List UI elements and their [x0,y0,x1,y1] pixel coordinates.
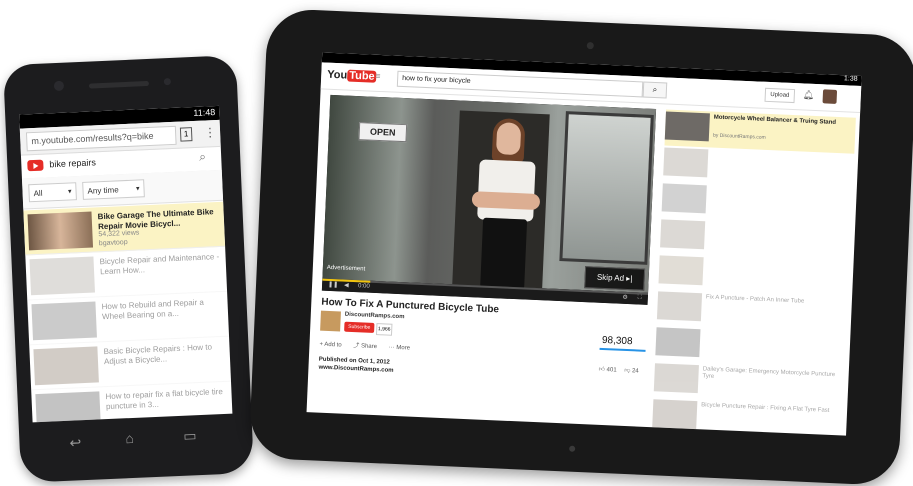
phone-sensor [163,77,172,86]
subscribe-button[interactable]: Subscribe [344,321,375,333]
home-icon[interactable]: ⌂ [125,430,134,446]
phone-camera [53,80,65,92]
like-count: 401 [606,367,617,374]
tab-count-badge[interactable]: 1 [179,127,193,142]
filter-time-value: Any time [87,185,119,196]
like-button[interactable]: 👍︎ 401 [599,367,617,374]
tablet-device: 1:38 YouTube ≡ how to fix your bicycle ⌕… [248,8,913,486]
video-person-head [495,122,522,156]
recents-icon[interactable]: ▭ [183,427,197,445]
video-channel: bgavtoop [98,239,128,248]
related-thumbnail [661,183,707,214]
filter-type-value: All [33,188,43,199]
guide-menu-icon[interactable]: ≡ [375,71,381,81]
related-thumbnail [663,147,709,178]
bell-icon[interactable]: 🔔︎ [803,89,815,100]
description-website[interactable]: www.DiscountRamps.com [318,365,393,374]
phone-device: 11:48 m.youtube.com/results?q=bike 1 ⋮ b… [2,55,255,483]
pause-icon[interactable]: ❚❚ [328,281,338,288]
video-title: Bike Garage The Ultimate Bike Repair Mov… [97,207,214,232]
add-to-label: Add to [324,341,342,349]
related-thumbnail [660,219,706,250]
view-count: 98,308 [601,334,633,348]
related-title: Fix A Puncture - Patch An Inner Tube [705,294,805,305]
dislike-button[interactable]: 👎︎ 24 [624,368,639,375]
related-thumbnail [652,399,698,430]
tablet-status-time: 1:38 [843,75,858,83]
phone-screen: 11:48 m.youtube.com/results?q=bike 1 ⋮ b… [19,105,233,423]
related-title: Dailey's Garage: Emergency Motorcycle Pu… [702,366,836,380]
avatar[interactable] [822,89,838,104]
related-title: Bicycle Puncture Repair : Fixing A Flat … [701,402,830,414]
subscriber-count: 1,966 [375,323,393,336]
phone-url-input[interactable]: m.youtube.com/results?q=bike [25,125,177,152]
more-button[interactable]: ··· More [389,345,411,352]
search-icon: ⌕ [652,84,658,95]
more-label: More [396,344,411,352]
video-thumbnail [35,391,101,423]
related-thumbnail [656,291,703,322]
logo-you: You [327,68,348,82]
video-person-top [477,159,536,222]
search-input[interactable]: how to fix your bicycle [396,70,644,98]
related-videos: Motorcycle Wheel Balancer & Truing Stand… [652,109,856,435]
related-thumbnail [653,363,699,394]
upload-button[interactable]: Upload [764,87,796,104]
fullscreen-icon[interactable]: ⛶ [637,294,642,301]
tablet-camera [586,41,594,50]
filter-time-select[interactable]: Any time ▾ [82,179,145,200]
back-icon[interactable]: ↩ [69,434,81,451]
share-label: Share [360,343,378,351]
video-thumbnail [27,211,94,251]
settings-icon[interactable]: ⚙ [622,294,628,301]
phone-speaker [88,80,150,89]
related-thumbnail [664,111,710,142]
tablet-screen: 1:38 YouTube ≡ how to fix your bicycle ⌕… [306,52,862,436]
video-title: How to Rebuild and Repair a Wheel Bearin… [101,297,204,322]
video-person-legs [480,217,528,290]
video-frame-window [559,111,654,265]
phone-nav-bar: ↩ ⌂ ▭ [33,424,234,463]
channel-name[interactable]: DiscountRamps.com [345,312,405,321]
video-title: How to repair fix a flat bicycle tire pu… [105,387,224,412]
tablet-sensor [569,445,576,452]
video-thumbnail [29,256,95,296]
player-time: 0:00 [357,283,370,290]
skip-ad-button[interactable]: Skip Ad ▸| [584,266,646,291]
video-thumbnail [31,301,97,341]
search-button[interactable]: ⌕ [642,81,668,99]
related-thumbnail [658,255,704,286]
search-icon[interactable]: ⌕ [199,150,206,165]
logo-tube: Tube [346,69,377,83]
video-actions: + Add to ⤴ Share ··· More [319,339,410,352]
related-meta: by DiscountRamps.com [712,132,766,141]
channel-avatar[interactable] [320,310,341,332]
share-button[interactable]: ⤴ Share [353,343,377,350]
filter-type-select[interactable]: All ▾ [28,182,77,203]
views-bar [599,347,646,352]
chevron-down-icon: ▾ [135,185,140,193]
open-sign: OPEN [358,122,408,143]
overflow-menu-icon[interactable]: ⋮ [204,125,217,140]
phone-status-time: 11:48 [193,107,216,119]
volume-icon[interactable]: ◀ [344,282,349,289]
video-title: Basic Bicycle Repairs : How to Adjust a … [103,342,213,367]
youtube-icon [27,159,44,172]
phone-search-query[interactable]: bike repairs [49,157,96,169]
related-thumbnail [655,327,701,358]
add-to-button[interactable]: + Add to [319,342,341,349]
video-views: 54,322 views [98,229,140,239]
youtube-logo[interactable]: YouTube [327,69,377,83]
like-dislike: 👍︎ 401 👎︎ 24 [599,365,639,375]
chevron-down-icon: ▾ [67,188,72,196]
phone-results-list: Bike Garage The Ultimate Bike Repair Mov… [23,201,233,423]
dislike-count: 24 [631,368,639,375]
video-thumbnail [33,346,99,386]
video-title: Bicycle Repair and Maintenance - Learn H… [99,252,220,277]
video-player[interactable]: OPEN Advertisement Skip Ad ▸| ❚❚ ◀ 0:00 … [321,94,657,305]
related-title: Motorcycle Wheel Balancer & Truing Stand [713,114,837,126]
video-person-arms [471,191,541,211]
